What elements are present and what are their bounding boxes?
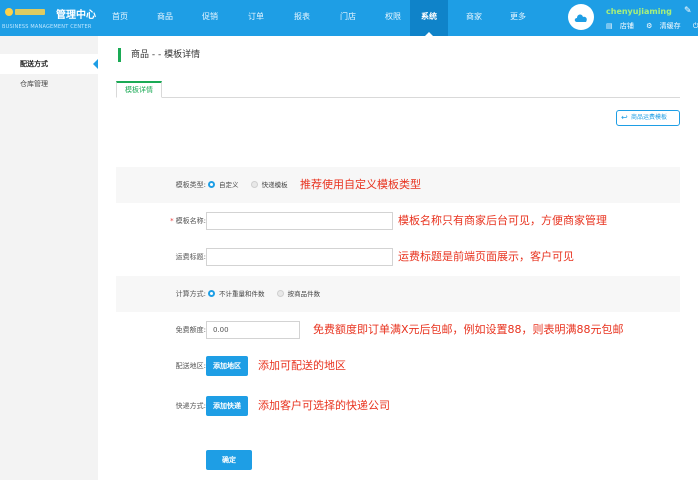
option-label: 自定义 [219, 181, 239, 189]
delivery-area-label: 配送地区: [175, 362, 206, 370]
delivery-area-note: 添加可配送的地区 [258, 359, 346, 372]
back-button-label: 商品运费模板 [631, 114, 668, 121]
logo-mark-icon [5, 8, 45, 16]
row-calc-method: 计算方式: 不计重量和件数 按商品件数 [116, 276, 680, 312]
cloud-icon [574, 14, 587, 22]
power-icon: ⏻ [692, 22, 698, 30]
store-link-label: 店铺 [619, 22, 634, 30]
row-template-name: * 模板名称: 模板名称只有商家后台可见，方便商家管理 [116, 203, 680, 239]
store-link[interactable]: ▤ 店铺 [606, 22, 639, 30]
free-amount-note: 免费额度即订单满X元后包邮，例如设置88，则表明满88元包邮 [313, 323, 624, 336]
radio-unchecked-icon [250, 181, 258, 188]
radio-checked-icon [208, 290, 215, 297]
required-mark: * [170, 217, 174, 225]
option-label: 按商品件数 [287, 290, 321, 298]
nav-item-reports[interactable]: 报表 [284, 0, 320, 36]
nav-item-system[interactable]: 系统 [410, 0, 448, 36]
nav-item-stores[interactable]: 门店 [330, 0, 366, 36]
back-arrow-icon: ↩ [621, 113, 628, 122]
calc-method-option-by-count[interactable]: 按商品件数 [276, 276, 321, 312]
nav-item-goods[interactable]: 商品 [147, 0, 183, 36]
free-amount-input[interactable]: 0.00 [206, 321, 300, 339]
calc-method-options: 不计重量和件数 按商品件数 [208, 276, 330, 312]
radio-unchecked-icon [276, 290, 284, 297]
template-type-options: 自定义 快递模板 [208, 167, 298, 203]
clear-cache-link[interactable]: ⚙ 清缓存 [646, 22, 686, 30]
row-free-amount: 免费额度: 0.00 免费额度即订单满X元后包邮，例如设置88，则表明满88元包… [116, 312, 680, 348]
gear-icon: ⚙ [646, 22, 655, 30]
template-type-note: 推荐使用自定义模板类型 [300, 178, 421, 191]
user-links: ▤ 店铺 ⚙ 清缓存 ⏻ 退出 [606, 21, 698, 31]
logo-title: 管理中心 [56, 10, 96, 21]
option-label: 快递模板 [261, 181, 288, 189]
tab-template-detail[interactable]: 模板详情 [116, 81, 162, 98]
nav-item-permissions[interactable]: 权限 [375, 0, 411, 36]
freight-title-input[interactable] [206, 248, 393, 266]
radio-checked-icon [208, 181, 215, 188]
clear-cache-label: 清缓存 [659, 22, 681, 30]
logo[interactable]: 管理中心 BUSINESS MANAGEMENT CENTER [0, 0, 100, 36]
store-icon: ▤ [606, 22, 615, 30]
nav-item-promotion[interactable]: 促销 [192, 0, 228, 36]
tab-bar: 模板详情 [116, 81, 680, 98]
sidebar: 配送方式 仓库管理 [0, 36, 98, 480]
username[interactable]: chenyujiaming [606, 7, 672, 16]
breadcrumb: 商品 - - 模板详情 [118, 48, 200, 62]
row-delivery-area: 配送地区: 添加地区 添加可配送的地区 [116, 348, 680, 384]
freight-title-label: 运费标题: [175, 253, 206, 261]
calc-method-option-none[interactable]: 不计重量和件数 [208, 276, 265, 312]
add-area-button[interactable]: 添加地区 [206, 356, 248, 376]
template-type-option-custom[interactable]: 自定义 [208, 167, 239, 203]
logout-link[interactable]: ⏻ 退出 [693, 22, 698, 30]
template-name-note: 模板名称只有商家后台可见，方便商家管理 [398, 214, 607, 227]
nav-item-home[interactable]: 首页 [102, 0, 138, 36]
sidebar-item-delivery[interactable]: 配送方式 [0, 54, 98, 74]
add-express-button[interactable]: 添加快递 [206, 396, 248, 416]
edit-icon[interactable]: ✎ [684, 6, 692, 16]
row-template-type: 模板类型: 自定义 快递模板 推荐使用自定义模板类型 [116, 167, 680, 203]
free-amount-label: 免费额度: [175, 326, 206, 334]
nav-item-merchants[interactable]: 商家 [456, 0, 492, 36]
nav-item-more[interactable]: 更多 [500, 0, 536, 36]
template-type-label: 模板类型: [175, 181, 206, 189]
freight-title-note: 运费标题是前端页面展示，客户可见 [398, 250, 574, 263]
nav-item-orders[interactable]: 订单 [238, 0, 274, 36]
back-to-templates-button[interactable]: ↩ 商品运费模板 [616, 110, 680, 126]
express-label: 快递方式: [175, 402, 206, 410]
row-express: 快递方式: 添加快递 添加客户可选择的快递公司 [116, 388, 680, 424]
confirm-button[interactable]: 确定 [206, 450, 252, 470]
user-avatar[interactable] [568, 4, 594, 30]
template-name-label-text: 模板名称: [175, 217, 206, 225]
sidebar-item-warehouse[interactable]: 仓库管理 [0, 74, 98, 94]
logo-subtitle: BUSINESS MANAGEMENT CENTER [2, 24, 92, 30]
calc-method-label: 计算方式: [175, 290, 206, 298]
template-name-input[interactable] [206, 212, 393, 230]
express-note: 添加客户可选择的快递公司 [258, 399, 390, 412]
template-type-option-express[interactable]: 快递模板 [250, 167, 288, 203]
option-label: 不计重量和件数 [219, 290, 265, 298]
template-name-label: * 模板名称: [170, 203, 206, 239]
top-header: 管理中心 BUSINESS MANAGEMENT CENTER 首页 商品 促销… [0, 0, 698, 36]
row-freight-title: 运费标题: 运费标题是前端页面展示，客户可见 [116, 239, 680, 275]
